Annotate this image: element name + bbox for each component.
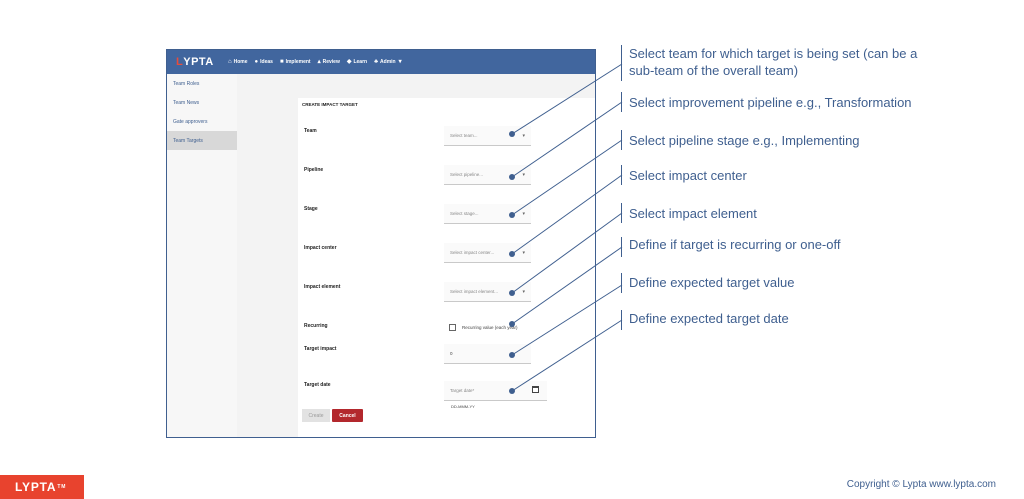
leader-dot-target-date bbox=[509, 388, 515, 394]
annotation-bar bbox=[621, 165, 622, 185]
annotation-recurring: Define if target is recurring or one-off bbox=[629, 237, 841, 252]
annotation-bar bbox=[621, 237, 622, 257]
slide: L YPTA ⌂ Home ● Ideas ■ Implement ▴ Review ◆ L… bbox=[0, 0, 1024, 499]
annotation-bar bbox=[621, 310, 622, 330]
leader-dot-recurring bbox=[509, 321, 515, 327]
annotation-target-date: Define expected target date bbox=[629, 311, 789, 326]
annotation-impact-center: Select impact center bbox=[629, 168, 747, 183]
leader-line-pipeline bbox=[511, 101, 623, 178]
annotation-team: Select team for which target is being se… bbox=[629, 45, 917, 79]
annotation-bar bbox=[621, 273, 622, 293]
annotation-line: sub-team of the overall team) bbox=[629, 63, 799, 78]
annotation-target-impact: Define expected target value bbox=[629, 275, 795, 290]
leader-line-team bbox=[511, 63, 623, 135]
leader-dot-stage bbox=[509, 212, 515, 218]
leader-dot-pipeline bbox=[509, 174, 515, 180]
annotation-bar bbox=[621, 203, 622, 223]
annotation-bar bbox=[621, 45, 622, 81]
annotation-stage: Select pipeline stage e.g., Implementing bbox=[629, 133, 860, 148]
leader-line-impact-element bbox=[511, 212, 623, 294]
leader-line-target-date bbox=[511, 319, 623, 392]
leader-line-target-impact bbox=[511, 284, 623, 356]
leader-line-stage bbox=[511, 139, 623, 216]
annotation-pipeline: Select improvement pipeline e.g., Transf… bbox=[629, 95, 912, 110]
annotation-bar bbox=[621, 130, 622, 150]
annotation-line: Select team for which target is being se… bbox=[629, 46, 918, 61]
annotation-bar bbox=[621, 92, 622, 112]
leader-dot-impact-element bbox=[509, 290, 515, 296]
footer-logo: LYPTA TM bbox=[0, 475, 84, 499]
leader-dot-team bbox=[509, 131, 515, 137]
leader-dot-target-impact bbox=[509, 352, 515, 358]
leader-dot-impact-center bbox=[509, 251, 515, 257]
copyright-text: Copyright © Lypta www.lypta.com bbox=[846, 479, 996, 490]
leader-line-impact-center bbox=[511, 174, 623, 255]
leader-line-recurring bbox=[511, 246, 623, 325]
annotation-impact-element: Select impact element bbox=[629, 206, 757, 221]
